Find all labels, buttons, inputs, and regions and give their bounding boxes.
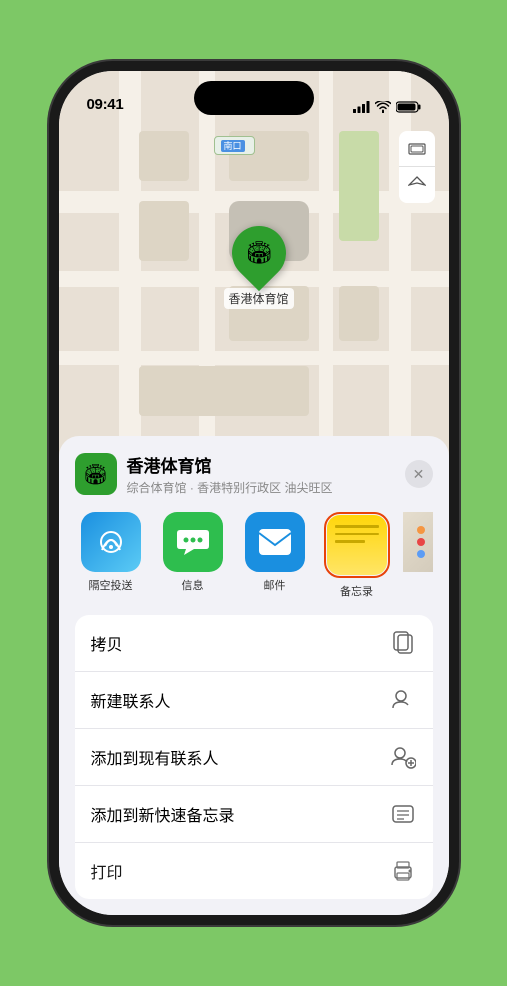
dynamic-island: [194, 81, 314, 115]
notes-lines: [335, 525, 379, 548]
venue-name: 香港体育馆: [127, 452, 405, 477]
airdrop-icon: [81, 512, 141, 572]
app-item-notes[interactable]: 备忘录: [321, 512, 393, 599]
map-entry-label: 南口: [214, 136, 255, 155]
sheet-header: 🏟 香港体育馆 综合体育馆 · 香港特别行政区 油尖旺区 ✕: [75, 452, 433, 496]
phone-frame: 09:41: [59, 71, 449, 915]
stadium-icon: 🏟: [245, 240, 273, 266]
app-sharing-row: 隔空投送 信息: [75, 512, 433, 599]
action-quick-note[interactable]: 添加到新快速备忘录: [75, 786, 433, 843]
action-add-existing-label: 添加到现有联系人: [91, 745, 219, 769]
messages-icon: [163, 512, 223, 572]
person-add-icon: [389, 686, 417, 714]
mail-icon: [245, 512, 305, 572]
app-item-more[interactable]: [403, 512, 433, 599]
battery-icon: [396, 101, 421, 113]
action-list: 拷贝 新建联系人 添: [75, 615, 433, 899]
stadium-pin: 🏟 香港体育馆: [224, 226, 294, 309]
status-time: 09:41: [87, 96, 124, 113]
label-badge: 南口: [221, 140, 245, 152]
action-copy-label: 拷贝: [91, 631, 123, 655]
action-add-existing[interactable]: 添加到现有联系人: [75, 729, 433, 786]
map-location-button[interactable]: [399, 167, 435, 203]
airdrop-label: 隔空投送: [89, 577, 133, 593]
action-print[interactable]: 打印: [75, 843, 433, 899]
app-item-airdrop[interactable]: 隔空投送: [75, 512, 147, 599]
more-icon: [403, 512, 433, 572]
bottom-sheet: 🏟 香港体育馆 综合体育馆 · 香港特别行政区 油尖旺区 ✕ 隔空: [59, 436, 449, 915]
action-quick-note-label: 添加到新快速备忘录: [91, 802, 235, 826]
pin-marker: 🏟: [220, 215, 296, 291]
app-item-messages[interactable]: 信息: [157, 512, 229, 599]
quick-note-icon: [389, 800, 417, 828]
status-icons: [353, 101, 421, 113]
wifi-icon: [375, 101, 391, 113]
action-new-contact-label: 新建联系人: [91, 688, 171, 712]
notes-icon: [327, 515, 387, 575]
app-item-mail[interactable]: 邮件: [239, 512, 311, 599]
messages-symbol: [176, 526, 210, 558]
venue-icon: 🏟: [75, 453, 117, 495]
map-controls[interactable]: [399, 131, 435, 203]
close-button[interactable]: ✕: [405, 460, 433, 488]
airdrop-symbol: [95, 526, 127, 558]
printer-icon: [389, 857, 417, 885]
copy-icon: [389, 629, 417, 657]
map-layers-button[interactable]: [399, 131, 435, 167]
mail-label: 邮件: [264, 577, 286, 593]
mail-symbol: [258, 528, 292, 556]
action-print-label: 打印: [91, 859, 123, 883]
signal-icon: [353, 101, 370, 113]
notes-label: 备忘录: [340, 583, 373, 599]
messages-label: 信息: [182, 577, 204, 593]
location-arrow-icon: [408, 176, 426, 194]
venue-info: 香港体育馆 综合体育馆 · 香港特别行政区 油尖旺区: [127, 452, 405, 496]
person-circle-add-icon: [389, 743, 417, 771]
action-copy[interactable]: 拷贝: [75, 615, 433, 672]
layers-icon: [407, 139, 427, 159]
venue-subtitle: 综合体育馆 · 香港特别行政区 油尖旺区: [127, 479, 405, 496]
action-new-contact[interactable]: 新建联系人: [75, 672, 433, 729]
